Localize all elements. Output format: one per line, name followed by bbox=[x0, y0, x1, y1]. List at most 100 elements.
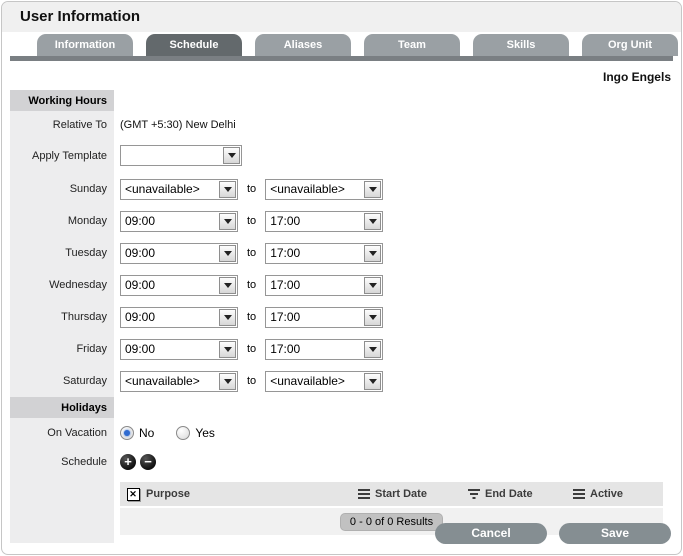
relative-to-label: Relative To bbox=[10, 111, 114, 138]
monday-label: Monday bbox=[10, 205, 114, 237]
to-label: to bbox=[247, 375, 257, 387]
monday-from-value: 09:00 bbox=[125, 214, 156, 228]
schedule-form: Working Hours Relative To (GMT +5:30) Ne… bbox=[10, 90, 681, 543]
plus-icon: + bbox=[124, 453, 132, 469]
schedule-label: Schedule bbox=[10, 447, 114, 476]
sunday-to-select[interactable]: <unavailable> bbox=[265, 178, 384, 200]
active-column-label: Active bbox=[590, 488, 624, 500]
thursday-to-value: 17:00 bbox=[270, 310, 301, 324]
user-name: Ingo Engels bbox=[602, 70, 671, 84]
holidays-section-header: Holidays bbox=[10, 397, 681, 418]
schedule-actions-row: Schedule + − bbox=[10, 447, 681, 476]
relative-to-row: Relative To (GMT +5:30) New Delhi bbox=[10, 111, 681, 138]
add-holiday-button[interactable]: + bbox=[120, 453, 136, 470]
purpose-column-label: Purpose bbox=[146, 488, 191, 500]
wednesday-label: Wednesday bbox=[10, 269, 114, 301]
tuesday-to-select[interactable]: 17:00 bbox=[265, 242, 384, 264]
saturday-to-value: <unavailable> bbox=[270, 374, 345, 388]
holidays-section-label: Holidays bbox=[10, 397, 114, 418]
saturday-from-value: <unavailable> bbox=[125, 374, 200, 388]
results-count-badge: 0 - 0 of 0 Results bbox=[339, 512, 444, 531]
chevron-down-icon bbox=[364, 180, 382, 198]
chevron-down-icon bbox=[364, 212, 382, 230]
wednesday-row: Wednesday 09:00 to 17:00 bbox=[10, 269, 681, 301]
saturday-to-select[interactable]: <unavailable> bbox=[265, 370, 384, 392]
sunday-label: Sunday bbox=[10, 173, 114, 205]
working-hours-section-label: Working Hours bbox=[10, 90, 114, 111]
chevron-down-icon bbox=[364, 372, 382, 390]
working-hours-section-header: Working Hours bbox=[10, 90, 681, 111]
wednesday-to-select[interactable]: 17:00 bbox=[265, 274, 384, 296]
cancel-button[interactable]: Cancel bbox=[435, 523, 547, 544]
chevron-down-icon bbox=[219, 180, 236, 198]
wednesday-from-value: 09:00 bbox=[125, 278, 156, 292]
sort-icon bbox=[358, 489, 370, 499]
tab-team[interactable]: Team bbox=[364, 34, 460, 56]
thursday-from-value: 09:00 bbox=[125, 310, 156, 324]
column-active[interactable]: Active bbox=[573, 488, 663, 500]
thursday-from-select[interactable]: 09:00 bbox=[120, 306, 238, 328]
sunday-from-select[interactable]: <unavailable> bbox=[120, 178, 238, 200]
holiday-table-header: ✕ Purpose Start Date End Date Active bbox=[120, 482, 663, 506]
tuesday-to-value: 17:00 bbox=[270, 246, 301, 260]
radio-unselected-icon bbox=[176, 425, 191, 440]
chevron-down-icon bbox=[219, 276, 236, 294]
to-label: to bbox=[247, 247, 257, 259]
relative-to-value: (GMT +5:30) New Delhi bbox=[114, 111, 681, 138]
saturday-from-select[interactable]: <unavailable> bbox=[120, 370, 238, 392]
select-all-icon[interactable]: ✕ bbox=[126, 487, 140, 501]
wednesday-from-select[interactable]: 09:00 bbox=[120, 274, 238, 296]
chevron-down-icon bbox=[219, 308, 236, 326]
tab-org-unit[interactable]: Org Unit bbox=[582, 34, 678, 56]
monday-to-select[interactable]: 17:00 bbox=[265, 210, 384, 232]
chevron-down-icon bbox=[364, 276, 382, 294]
tuesday-from-value: 09:00 bbox=[125, 246, 156, 260]
friday-from-value: 09:00 bbox=[125, 342, 156, 356]
apply-template-row: Apply Template bbox=[10, 138, 681, 173]
monday-row: Monday 09:00 to 17:00 bbox=[10, 205, 681, 237]
remove-holiday-button[interactable]: − bbox=[140, 453, 156, 470]
monday-from-select[interactable]: 09:00 bbox=[120, 210, 238, 232]
saturday-row: Saturday <unavailable> to <unavailable> bbox=[10, 365, 681, 397]
column-purpose[interactable]: Purpose bbox=[146, 488, 358, 500]
end-date-column-label: End Date bbox=[485, 488, 533, 500]
minus-icon: − bbox=[144, 453, 152, 469]
chevron-down-icon bbox=[219, 372, 236, 390]
saturday-label: Saturday bbox=[10, 365, 114, 397]
tab-schedule[interactable]: Schedule bbox=[146, 34, 242, 56]
tuesday-row: Tuesday 09:00 to 17:00 bbox=[10, 237, 681, 269]
chevron-down-icon bbox=[219, 244, 236, 262]
tab-information[interactable]: Information bbox=[37, 34, 133, 56]
save-button[interactable]: Save bbox=[559, 523, 671, 544]
tab-aliases[interactable]: Aliases bbox=[255, 34, 351, 56]
footer-actions: Cancel Save bbox=[435, 523, 671, 544]
sort-icon bbox=[573, 489, 585, 499]
friday-from-select[interactable]: 09:00 bbox=[120, 338, 238, 360]
chevron-down-icon bbox=[223, 147, 240, 164]
tab-skills[interactable]: Skills bbox=[473, 34, 569, 56]
to-label: to bbox=[247, 311, 257, 323]
vacation-yes-radio[interactable]: Yes bbox=[176, 425, 215, 440]
vacation-no-radio[interactable]: No bbox=[120, 425, 154, 440]
friday-to-select[interactable]: 17:00 bbox=[265, 338, 384, 360]
sunday-to-value: <unavailable> bbox=[270, 182, 345, 196]
sunday-row: Sunday <unavailable> to <unavailable> bbox=[10, 173, 681, 205]
wednesday-to-value: 17:00 bbox=[270, 278, 301, 292]
friday-to-value: 17:00 bbox=[270, 342, 301, 356]
column-start-date[interactable]: Start Date bbox=[358, 488, 468, 500]
to-label: to bbox=[247, 279, 257, 291]
chevron-down-icon bbox=[364, 340, 382, 358]
title-bar: User Information bbox=[2, 2, 681, 32]
to-label: to bbox=[247, 343, 257, 355]
apply-template-label: Apply Template bbox=[10, 138, 114, 173]
sunday-from-value: <unavailable> bbox=[125, 182, 200, 196]
thursday-to-select[interactable]: 17:00 bbox=[265, 306, 384, 328]
page-title: User Information bbox=[20, 8, 141, 25]
chevron-down-icon bbox=[219, 340, 236, 358]
column-end-date[interactable]: End Date bbox=[468, 488, 573, 500]
tuesday-from-select[interactable]: 09:00 bbox=[120, 242, 238, 264]
apply-template-select[interactable] bbox=[120, 145, 242, 166]
radio-selected-icon bbox=[120, 425, 134, 440]
on-vacation-row: On Vacation No Yes bbox=[10, 418, 681, 447]
monday-to-value: 17:00 bbox=[270, 214, 301, 228]
